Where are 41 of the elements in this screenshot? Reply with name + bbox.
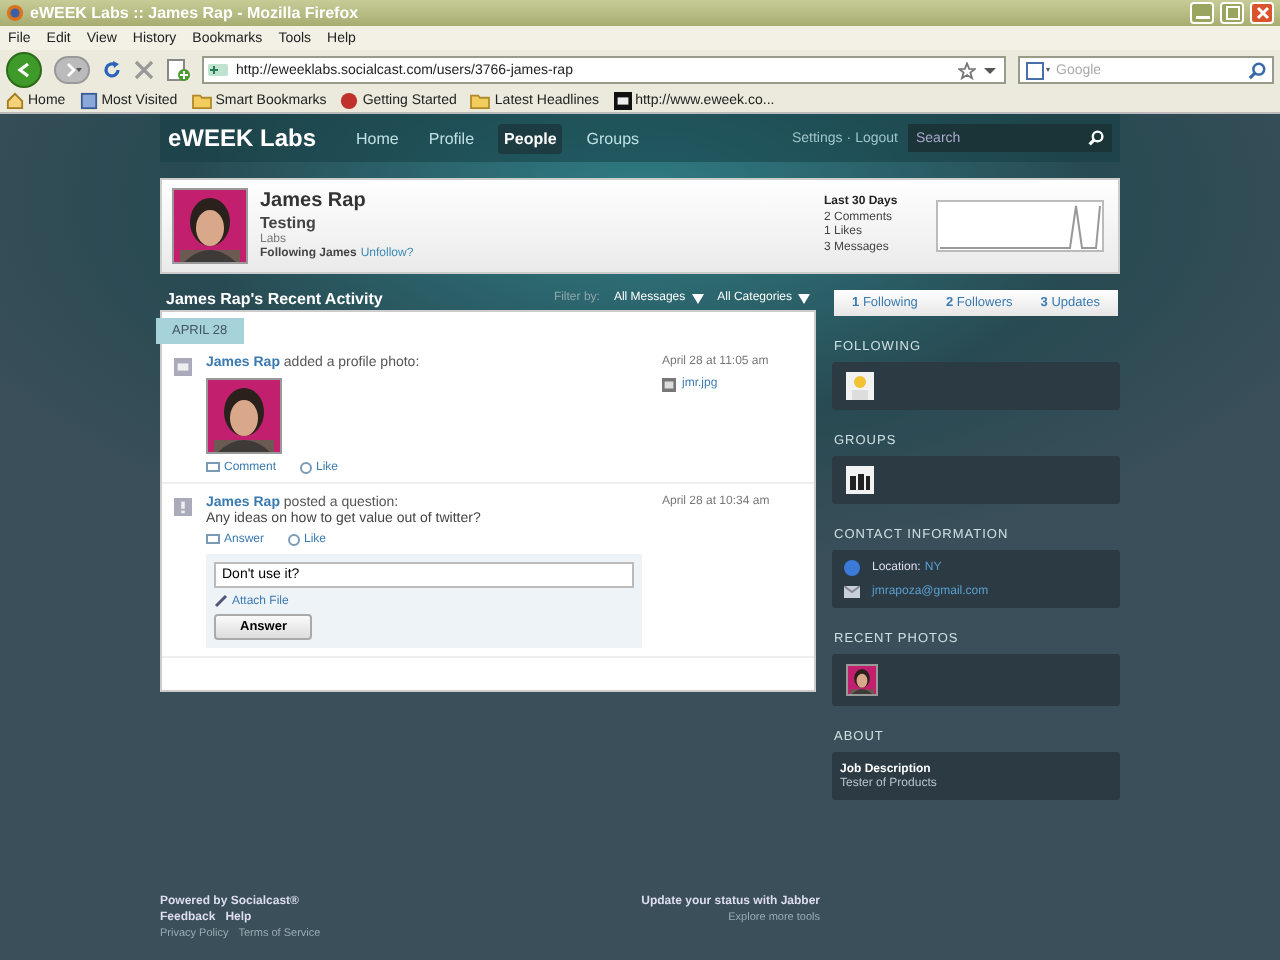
dropdown-icon[interactable] bbox=[984, 64, 996, 76]
question-post-icon bbox=[174, 498, 192, 516]
window-title: eWEEK Labs :: James Rap - Mozilla Firefox bbox=[30, 4, 359, 22]
comment-icon bbox=[206, 462, 220, 474]
circle-icon bbox=[300, 462, 313, 474]
site-icon bbox=[613, 92, 632, 110]
profile-tagline: Testing bbox=[260, 214, 318, 233]
page-icon bbox=[79, 92, 98, 110]
envelope-icon bbox=[844, 586, 860, 598]
close-button[interactable] bbox=[1250, 2, 1274, 24]
maximize-icon bbox=[1225, 6, 1239, 20]
globe-icon bbox=[844, 560, 860, 576]
nav-tab[interactable]: Groups bbox=[580, 123, 646, 153]
minimize-button[interactable] bbox=[1190, 2, 1214, 24]
back-button[interactable] bbox=[6, 52, 42, 88]
profile-name: James Rap bbox=[260, 190, 368, 215]
nav-tab[interactable]: People bbox=[498, 123, 563, 153]
add-page-icon[interactable] bbox=[166, 58, 190, 82]
star-icon[interactable] bbox=[958, 61, 976, 79]
search-icon[interactable] bbox=[1088, 130, 1104, 146]
image-file-icon bbox=[662, 378, 676, 392]
section-title: James Rap's Recent Activity bbox=[166, 289, 383, 307]
search-engine-icon[interactable] bbox=[1026, 61, 1050, 79]
reload-icon[interactable] bbox=[102, 60, 122, 80]
circle-icon bbox=[288, 534, 301, 546]
comment-icon bbox=[206, 534, 220, 546]
photo-post-icon bbox=[174, 358, 192, 376]
caret-icon bbox=[691, 293, 704, 303]
maximize-button[interactable] bbox=[1220, 2, 1244, 24]
pencil-icon bbox=[214, 594, 228, 608]
caret-icon bbox=[798, 293, 810, 303]
close-icon bbox=[1255, 6, 1269, 20]
site-logo[interactable]: eWEEK Labs bbox=[168, 124, 317, 152]
forward-button[interactable] bbox=[54, 56, 90, 84]
nav-tab[interactable]: Profile bbox=[422, 123, 481, 153]
stop-icon[interactable] bbox=[134, 60, 154, 80]
browser-icon bbox=[6, 4, 24, 22]
nav-tab[interactable]: Home bbox=[350, 123, 405, 153]
site-identity-icon[interactable] bbox=[208, 64, 228, 76]
forward-arrow-icon bbox=[63, 62, 81, 78]
circle-icon bbox=[340, 92, 359, 110]
